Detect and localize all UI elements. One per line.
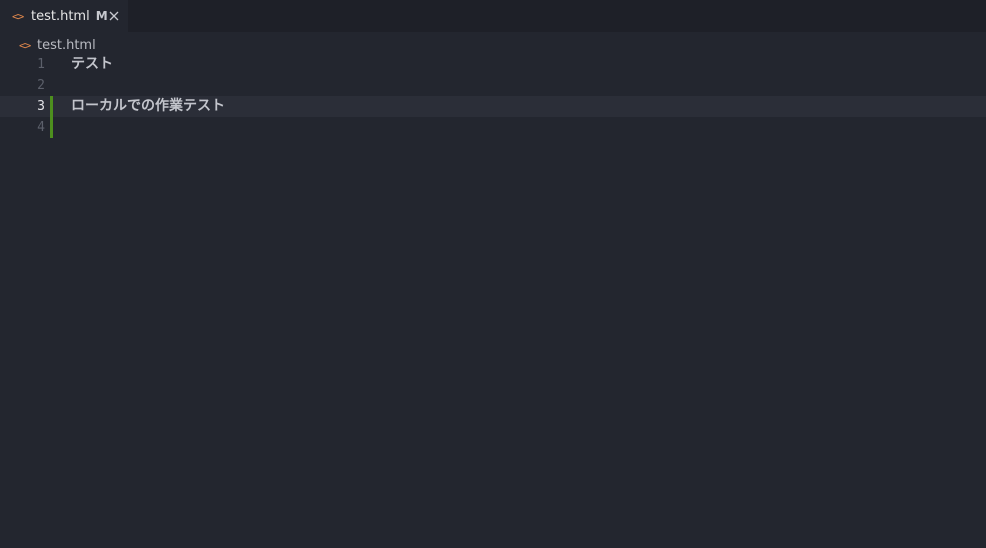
line-number: 1	[37, 57, 45, 72]
editor-line[interactable]: 1 テスト	[0, 54, 986, 75]
line-number: 4	[37, 120, 45, 135]
breadcrumb[interactable]: <> test.html	[19, 36, 96, 54]
editor-line-active[interactable]: 3 ローカルでの作業テスト	[0, 96, 986, 117]
modified-badge: M	[95, 9, 108, 23]
code-icon: <>	[19, 38, 31, 52]
tab-test-html[interactable]: <> test.html M	[0, 0, 128, 32]
line-number: 2	[37, 78, 45, 93]
close-icon[interactable]	[107, 9, 121, 23]
editor-line[interactable]: 4	[0, 117, 986, 138]
line-text[interactable]: テスト	[71, 54, 113, 75]
code-icon: <>	[12, 9, 24, 23]
code-editor[interactable]: 1 テスト 2 3 ローカルでの作業テスト 4	[0, 54, 986, 548]
gutter-added-indicator	[50, 96, 53, 138]
line-number: 3	[37, 99, 45, 114]
tab-label: test.html	[31, 8, 90, 24]
editor-window: <> test.html M <> test.html 1 テスト 2 3 ロー…	[0, 0, 986, 548]
editor-line[interactable]: 2	[0, 75, 986, 96]
line-text[interactable]: ローカルでの作業テスト	[71, 96, 225, 117]
tab-bar: <> test.html M	[0, 0, 986, 32]
breadcrumb-file-label[interactable]: test.html	[37, 38, 96, 53]
